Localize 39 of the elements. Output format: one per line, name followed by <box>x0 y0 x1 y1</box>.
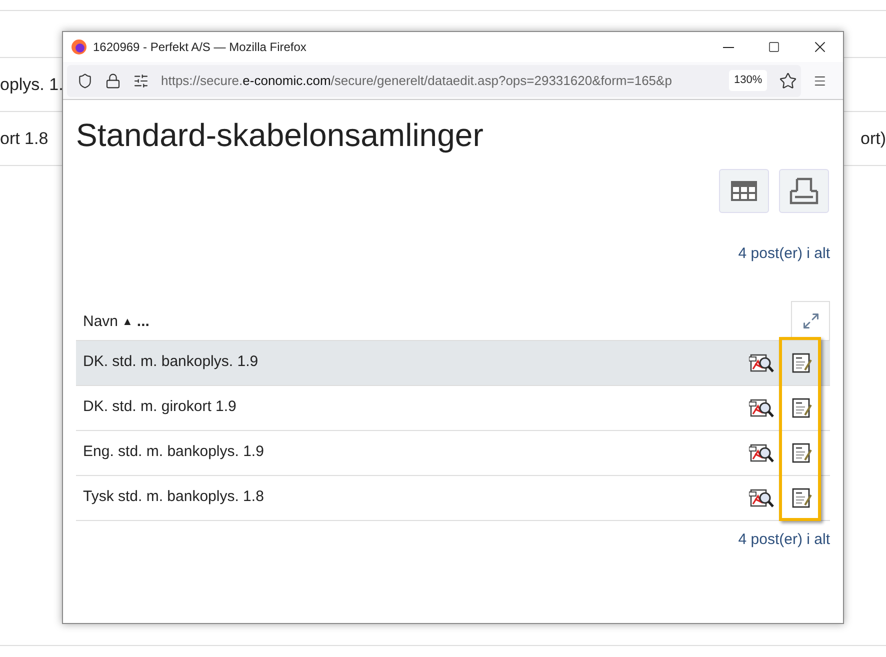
minimize-icon <box>722 46 734 48</box>
table-view-button[interactable] <box>719 169 769 213</box>
edit-document-icon[interactable] <box>791 352 813 374</box>
template-name: DK. std. m. bankoplys. 1.9 <box>83 352 260 372</box>
page-title: Standard-skabelonsamlinger <box>76 116 484 154</box>
edit-document-icon[interactable] <box>791 486 813 508</box>
template-name: Eng. std. m. bankoplys. 1.9 <box>83 442 265 462</box>
template-name: Tysk std. m. bankoplys. 1.8 <box>83 487 265 508</box>
url-text[interactable]: https://secure.e-conomic.com/secure/generelt/dataedit.asp?ops=29331620&form=165&p <box>161 70 717 90</box>
record-count: 4 post(er) i alt <box>738 244 830 264</box>
edit-document-icon[interactable] <box>791 442 813 464</box>
row-text: ort 1.8 <box>0 128 48 150</box>
window-title: 1620969 - Perfekt A/S — Mozilla Firefox <box>93 39 308 56</box>
expand-icon <box>802 312 820 330</box>
grid-icon <box>731 181 757 201</box>
print-button[interactable] <box>779 169 829 213</box>
printer-icon <box>789 177 819 205</box>
row-text: oplys. 1. <box>0 74 64 96</box>
shield-icon[interactable] <box>77 72 93 88</box>
address-bar[interactable]: https://secure.e-conomic.com/secure/generelt/dataedit.asp?ops=29331620&form=165&p 130% <box>67 64 802 96</box>
table-row[interactable]: DK. std. m. bankoplys. 1.9 <box>76 340 830 384</box>
pdf-preview-icon[interactable] <box>749 396 775 418</box>
maximize-icon <box>768 41 780 53</box>
browser-logo-icon <box>71 39 87 55</box>
row-text: ort) <box>860 128 886 150</box>
bookmark-star-icon[interactable] <box>779 72 798 90</box>
template-name: DK. std. m. girokort 1.9 <box>83 397 238 418</box>
sort-indicator[interactable]: ▲ <box>122 314 133 330</box>
permissions-icon[interactable] <box>133 72 149 88</box>
pdf-preview-icon[interactable] <box>749 352 775 374</box>
column-menu[interactable]: ... <box>136 311 150 334</box>
expand-button[interactable] <box>791 300 830 340</box>
edit-document-icon[interactable] <box>791 396 813 418</box>
record-count: 4 post(er) i alt <box>738 530 830 550</box>
zoom-level[interactable]: 130% <box>729 70 768 91</box>
pdf-preview-icon[interactable] <box>749 486 775 508</box>
pdf-preview-icon[interactable] <box>749 442 775 464</box>
column-header[interactable]: Navn <box>83 311 118 334</box>
lock-icon[interactable] <box>105 72 121 88</box>
